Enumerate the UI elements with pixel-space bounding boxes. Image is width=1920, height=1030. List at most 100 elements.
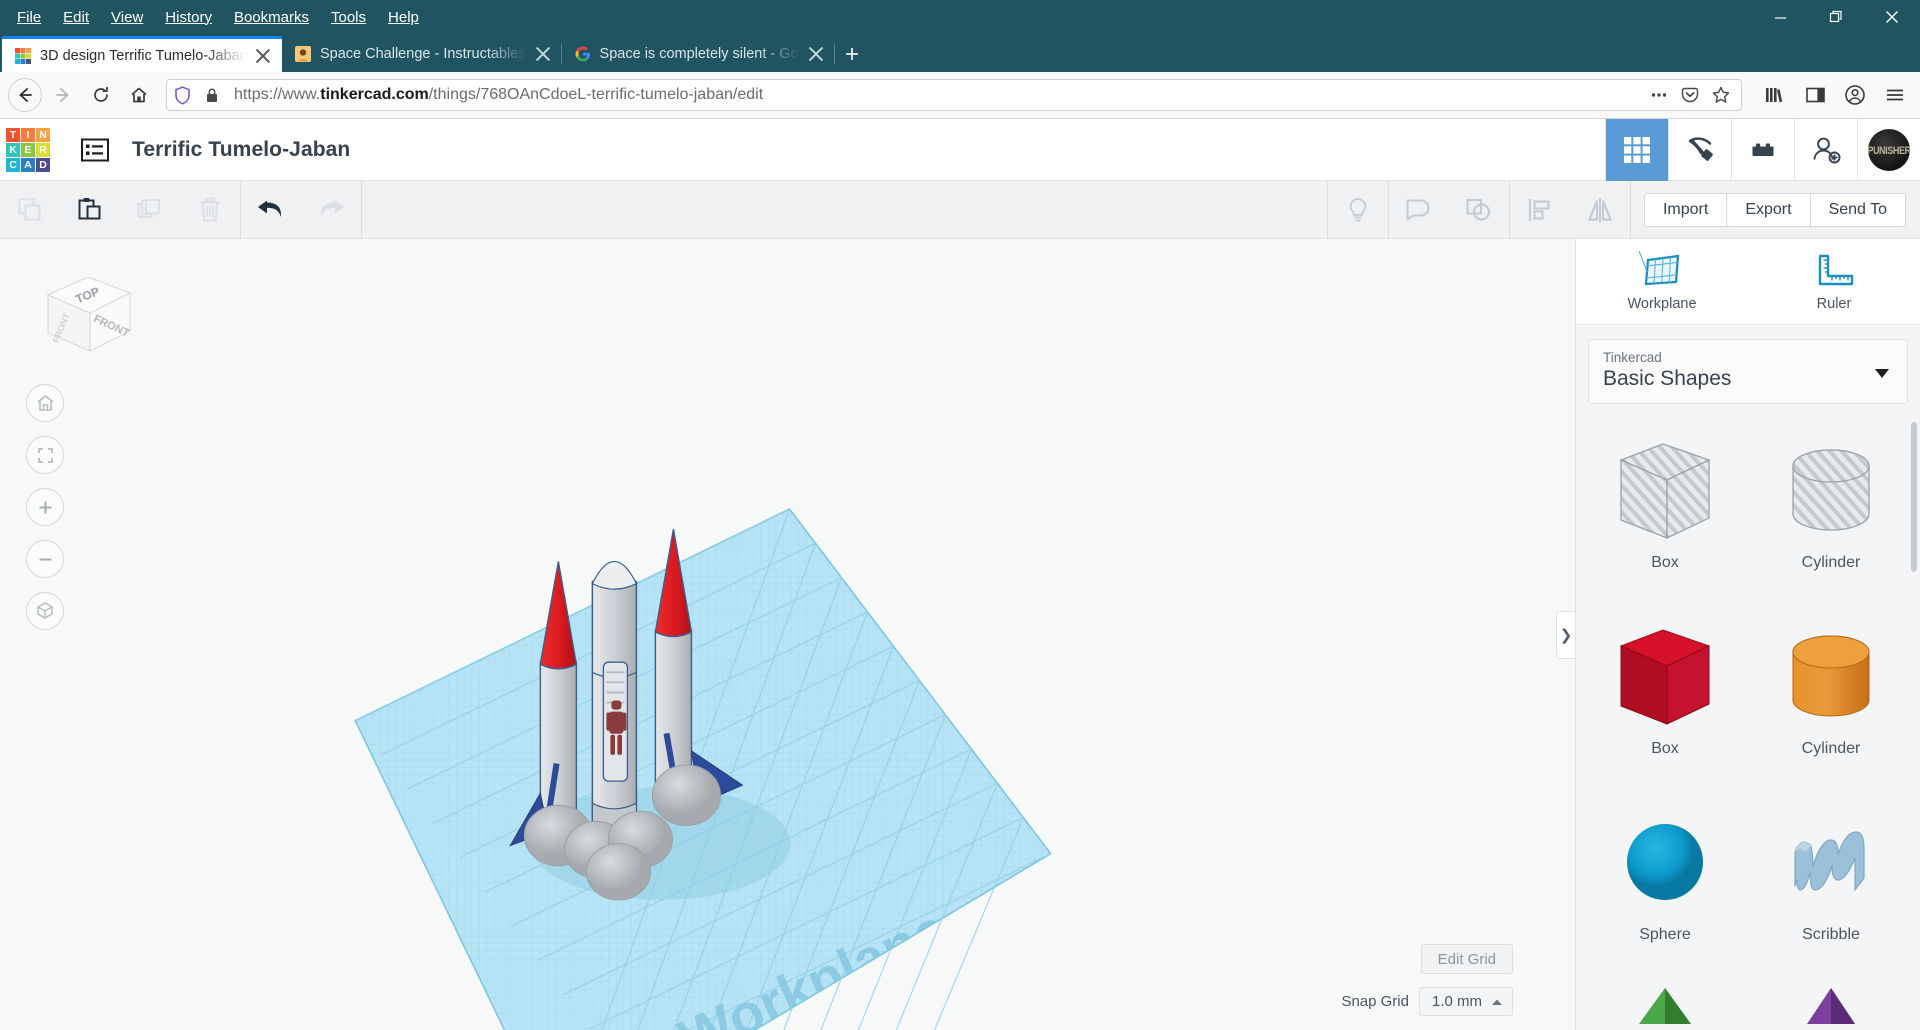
ruler-icon: [1811, 251, 1857, 291]
tab-3-close-icon[interactable]: [807, 45, 825, 63]
menu-edit[interactable]: Edit: [52, 6, 100, 29]
browser-tab-1[interactable]: 3D design Terrific Tumelo-Jaban: [2, 36, 282, 72]
scribble-shape: [1777, 808, 1885, 920]
tinkercad-logo[interactable]: T I N K E R C A D: [6, 126, 62, 174]
invite-people-button[interactable]: [1794, 119, 1857, 181]
menu-file[interactable]: File: [6, 6, 52, 29]
shape-item-cylinder-hole[interactable]: Cylinder: [1748, 426, 1914, 606]
ellipsis-icon[interactable]: [1649, 85, 1669, 105]
ungroup-button[interactable]: [1449, 181, 1509, 239]
pocket-icon[interactable]: [1680, 85, 1700, 105]
zoom-in-button[interactable]: [26, 488, 64, 526]
shapes-scrollbar[interactable]: [1911, 422, 1917, 1030]
menu-view-label: View: [111, 9, 143, 26]
library-button[interactable]: [1758, 78, 1792, 112]
redo-arrow-icon: [315, 196, 347, 224]
shape-item-box[interactable]: Box: [1582, 612, 1748, 792]
forward-button[interactable]: [46, 78, 80, 112]
shape-library-selector[interactable]: Tinkercad Basic Shapes: [1588, 339, 1908, 404]
browser-tab-2[interactable]: Space Challenge - Instructables: [282, 36, 562, 72]
lego-brick-icon: [1748, 135, 1778, 165]
url-bar[interactable]: https://www.tinkercad.com/things/768OAnC…: [166, 79, 1742, 111]
shape-item-cone[interactable]: [1748, 984, 1914, 1024]
duplicate-button[interactable]: [120, 181, 180, 239]
import-button[interactable]: Import: [1644, 193, 1727, 227]
redo-button[interactable]: [301, 181, 361, 239]
menu-history-label: History: [165, 9, 212, 26]
home-button[interactable]: [122, 78, 156, 112]
padlock-icon[interactable]: [205, 87, 219, 104]
star-icon[interactable]: [1711, 85, 1731, 105]
maximize-button[interactable]: [1808, 0, 1864, 34]
light-button[interactable]: [1328, 181, 1388, 239]
url-text[interactable]: https://www.tinkercad.com/things/768OAnC…: [234, 86, 763, 104]
chevron-down-icon[interactable]: [1875, 369, 1889, 378]
group-button[interactable]: [1389, 181, 1449, 239]
view-cube[interactable]: TOP FRONT FRONT: [26, 257, 146, 367]
browser-tab-3-title: Space is completely silent - Go: [600, 46, 799, 62]
tab-1-close-icon[interactable]: [254, 47, 272, 65]
shape-item-scribble[interactable]: Scribble: [1748, 798, 1914, 978]
header-actions: PUNISHER: [1605, 119, 1920, 181]
minimize-button[interactable]: [1752, 0, 1808, 34]
snap-grid-select[interactable]: 1.0 mm: [1419, 987, 1513, 1016]
menu-view[interactable]: View: [100, 6, 154, 29]
tinkercad-favicon: [14, 47, 32, 65]
account-button[interactable]: [1838, 78, 1872, 112]
perspective-toggle-button[interactable]: [26, 592, 64, 630]
ruler-tool[interactable]: Ruler: [1748, 239, 1920, 324]
reload-button[interactable]: [84, 78, 118, 112]
menu-tools[interactable]: Tools: [320, 6, 377, 29]
rocket-body[interactable]: [592, 561, 636, 837]
shape-item-box-hole[interactable]: Box: [1582, 426, 1748, 606]
copy-button[interactable]: [0, 181, 60, 239]
export-button[interactable]: Export: [1726, 193, 1810, 227]
tab-2-close-icon[interactable]: [534, 45, 552, 63]
design-canvas[interactable]: Workplane: [0, 239, 1575, 1030]
shape-item-sphere[interactable]: Sphere: [1582, 798, 1748, 978]
undo-button[interactable]: [241, 181, 301, 239]
back-button[interactable]: [8, 78, 42, 112]
panel-collapse-handle[interactable]: ❯: [1556, 611, 1575, 659]
close-window-button[interactable]: [1864, 0, 1920, 34]
home-view-button[interactable]: [26, 384, 64, 422]
zoom-out-button[interactable]: [26, 540, 64, 578]
sidebar-button[interactable]: [1798, 78, 1832, 112]
caret-up-icon: [1491, 998, 1503, 1006]
browser-tab-3[interactable]: Space is completely silent - Go: [562, 36, 835, 72]
project-title[interactable]: Terrific Tumelo-Jaban: [132, 138, 350, 162]
shape-item-cylinder[interactable]: Cylinder: [1748, 612, 1914, 792]
paste-button[interactable]: [60, 181, 120, 239]
logo-cell-a: A: [21, 158, 35, 172]
mirror-button[interactable]: [1570, 181, 1630, 239]
grid-view-button[interactable]: [1605, 119, 1668, 181]
blocks-button[interactable]: [1731, 119, 1794, 181]
browser-menubar: File Edit View History Bookmarks Tools H…: [0, 0, 1920, 34]
close-icon: [1885, 10, 1899, 24]
zoom-in-icon: [35, 497, 56, 518]
3d-scene[interactable]: Workplane: [0, 239, 1575, 1030]
shapes-scroll-area[interactable]: Box Cylinder: [1576, 414, 1920, 1030]
pyramid-shape: [1611, 984, 1719, 1024]
delete-button[interactable]: [180, 181, 240, 239]
menu-tools-label: Tools: [331, 9, 366, 26]
library-icon: [1764, 85, 1786, 105]
new-tab-button[interactable]: [835, 36, 869, 72]
edit-grid-button[interactable]: Edit Grid: [1421, 944, 1513, 974]
user-avatar-button[interactable]: PUNISHER: [1857, 119, 1920, 181]
shape-item-pyramid[interactable]: [1582, 984, 1748, 1024]
browser-menu-button[interactable]: [1878, 78, 1912, 112]
align-button[interactable]: [1510, 181, 1570, 239]
instructables-favicon: [294, 45, 312, 63]
menu-history[interactable]: History: [154, 6, 223, 29]
send-to-button[interactable]: Send To: [1810, 193, 1906, 227]
codeblocks-button[interactable]: [1668, 119, 1731, 181]
workplane-tool[interactable]: Workplane: [1576, 239, 1748, 324]
menu-help[interactable]: Help: [377, 6, 430, 29]
tracking-protection-icon[interactable]: [174, 86, 191, 105]
fit-to-view-button[interactable]: [26, 436, 64, 474]
scrollbar-thumb[interactable]: [1911, 422, 1917, 572]
box-shape: [1611, 622, 1719, 734]
design-panel-toggle[interactable]: [78, 133, 112, 167]
menu-bookmarks[interactable]: Bookmarks: [223, 6, 320, 29]
